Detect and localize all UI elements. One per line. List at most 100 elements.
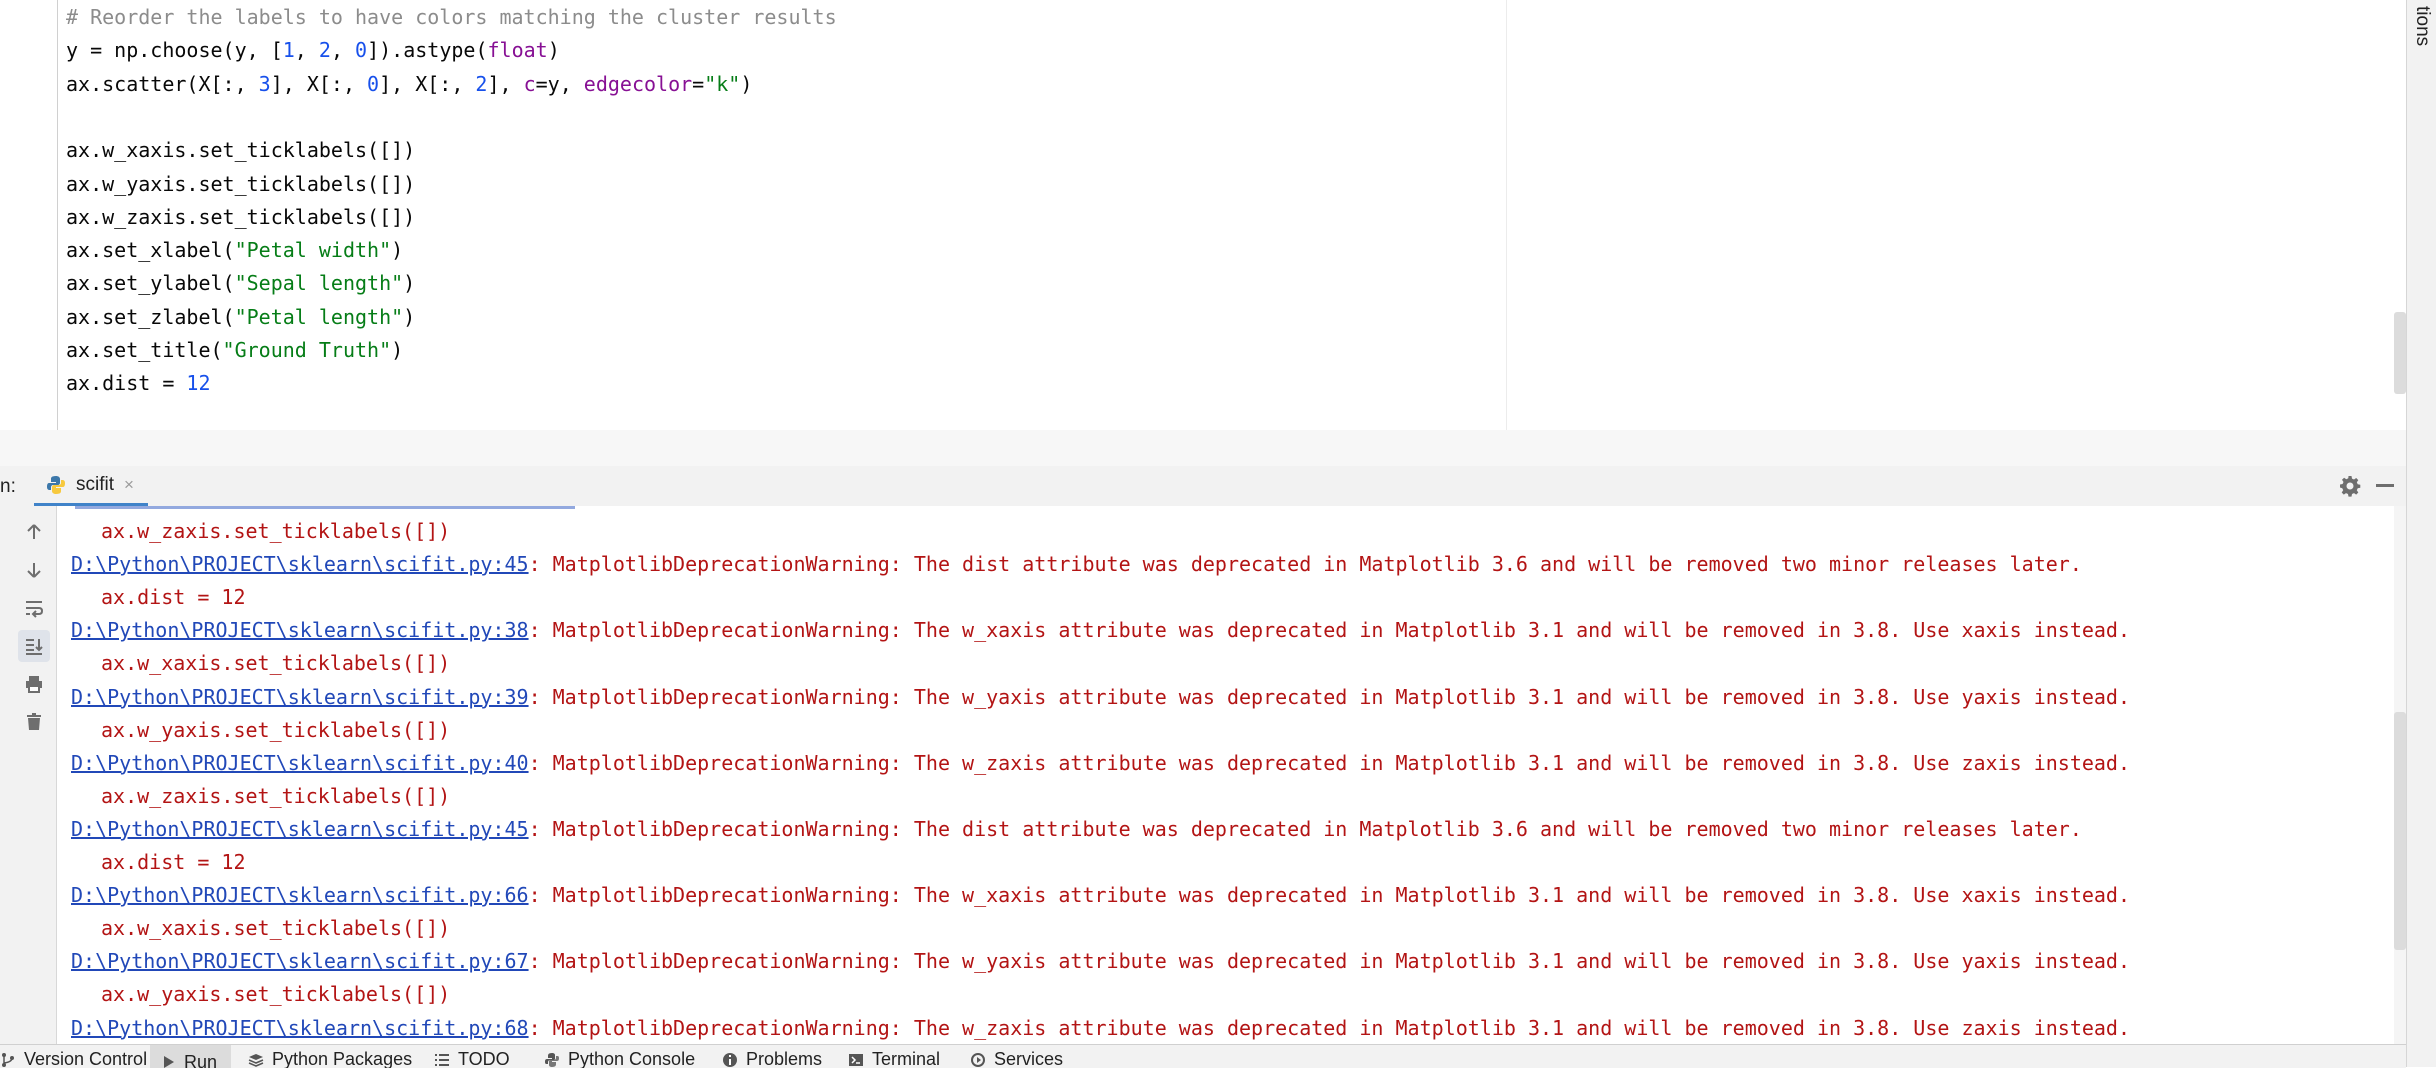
minimize-icon[interactable]: [2376, 484, 2394, 487]
console-toolbar: [0, 506, 57, 1044]
source-echo-line: ax.w_yaxis.set_ticklabels([]): [71, 714, 450, 747]
code-token: ax.set_xlabel(: [66, 238, 235, 262]
bottom-tab-label: Terminal: [872, 1049, 940, 1068]
source-echo-line: ax.dist = 12: [71, 581, 246, 614]
warning-line: D:\Python\PROJECT\sklearn\scifit.py:45: …: [71, 548, 2082, 581]
code-line[interactable]: ax.set_ylabel("Sepal length"): [66, 267, 415, 300]
console-text: : MatplotlibDeprecationWarning: The w_ya…: [529, 949, 2130, 973]
python-icon: [46, 475, 66, 495]
warning-line: D:\Python\PROJECT\sklearn\scifit.py:45: …: [71, 813, 2082, 846]
code-token: "Ground Truth": [223, 338, 392, 362]
code-line[interactable]: ax.dist = 12: [66, 367, 211, 400]
code-editor[interactable]: # Reorder the labels to have colors matc…: [0, 0, 2406, 431]
code-line[interactable]: ax.w_yaxis.set_ticklabels([]): [66, 168, 415, 201]
code-token: "Sepal length": [235, 271, 404, 295]
up-button[interactable]: [18, 516, 50, 548]
warning-line: D:\Python\PROJECT\sklearn\scifit.py:38: …: [71, 614, 2130, 647]
console-text: ax.w_zaxis.set_ticklabels([]): [101, 519, 450, 543]
console-scrollbar-thumb[interactable]: [2394, 712, 2406, 950]
console-text: : MatplotlibDeprecationWarning: The w_xa…: [529, 883, 2130, 907]
right-tool-window-label[interactable]: tions: [2411, 6, 2433, 46]
soft-wrap-button[interactable]: [18, 592, 50, 624]
code-token: 1: [283, 38, 295, 62]
bottom-tab-python-packages[interactable]: Python Packages: [248, 1049, 412, 1068]
source-echo-line: ax.w_xaxis.set_ticklabels([]): [71, 647, 450, 680]
tab-scifit[interactable]: scifit ×: [34, 466, 148, 506]
code-line[interactable]: # Reorder the labels to have colors matc…: [66, 1, 837, 34]
bottom-tab-label: Run: [184, 1052, 217, 1068]
branch-icon: [0, 1052, 16, 1068]
bottom-tab-problems[interactable]: Problems: [722, 1049, 822, 1068]
bottom-tab-python-console[interactable]: Python Console: [544, 1049, 695, 1068]
scroll-to-end-icon: [24, 636, 44, 656]
trash-icon: [24, 712, 44, 732]
console-text: ax.dist = 12: [101, 585, 246, 609]
source-echo-line: ax.w_xaxis.set_ticklabels([]): [71, 912, 450, 945]
source-echo-line: ax.w_yaxis.set_ticklabels([]): [71, 978, 450, 1011]
code-line[interactable]: ax.w_xaxis.set_ticklabels([]): [66, 134, 415, 167]
code-line[interactable]: ax.set_title("Ground Truth"): [66, 334, 403, 367]
run-tool-window-header: n: scifit ×: [0, 466, 2406, 507]
code-token: 2: [475, 72, 487, 96]
source-echo-line: ax.dist = 12: [71, 846, 246, 879]
editor-console-splitter[interactable]: [0, 430, 2406, 467]
bottom-tab-terminal[interactable]: Terminal: [848, 1049, 940, 1068]
list-icon: [434, 1052, 450, 1068]
console-text: : MatplotlibDeprecationWarning: The w_za…: [529, 751, 2130, 775]
console-text: : MatplotlibDeprecationWarning: The dist…: [529, 552, 2082, 576]
bottom-tab-label: Version Control: [24, 1049, 147, 1068]
file-link[interactable]: D:\Python\PROJECT\sklearn\scifit.py:39: [71, 685, 529, 709]
code-line[interactable]: ax.set_zlabel("Petal length"): [66, 301, 415, 334]
warning-line: D:\Python\PROJECT\sklearn\scifit.py:40: …: [71, 747, 2130, 780]
code-token: ], X[:,: [379, 72, 475, 96]
code-token: ): [403, 305, 415, 329]
bottom-tab-run[interactable]: Run: [150, 1045, 231, 1068]
code-token: 0: [355, 38, 367, 62]
clear-button[interactable]: [18, 706, 50, 738]
file-link[interactable]: D:\Python\PROJECT\sklearn\scifit.py:67: [71, 949, 529, 973]
bottom-tab-services[interactable]: Services: [970, 1049, 1063, 1068]
gear-icon[interactable]: [2338, 474, 2362, 498]
code-token: ],: [487, 72, 523, 96]
editor-scrollbar[interactable]: [2394, 312, 2406, 394]
run-window-title: n:: [0, 476, 16, 498]
file-link[interactable]: D:\Python\PROJECT\sklearn\scifit.py:68: [71, 1016, 529, 1040]
code-line[interactable]: ax.scatter(X[:, 3], X[:, 0], X[:, 2], c=…: [66, 68, 752, 101]
file-link[interactable]: D:\Python\PROJECT\sklearn\scifit.py:40: [71, 751, 529, 775]
code-token: ): [391, 338, 403, 362]
code-token: ax.set_ylabel(: [66, 271, 235, 295]
run-console-output[interactable]: ax.w_zaxis.set_ticklabels([]) D:\Python\P…: [57, 506, 2394, 1044]
code-token: "k": [704, 72, 740, 96]
code-token: "Petal length": [235, 305, 404, 329]
code-token: ax.w_yaxis.set_ticklabels([]): [66, 172, 415, 196]
file-link[interactable]: D:\Python\PROJECT\sklearn\scifit.py:66: [71, 883, 529, 907]
code-token: ): [740, 72, 752, 96]
print-button[interactable]: [18, 668, 50, 700]
console-text: ax.w_zaxis.set_ticklabels([]): [101, 784, 450, 808]
console-text: ax.w_xaxis.set_ticklabels([]): [101, 651, 450, 675]
bottom-tab-label: Problems: [746, 1049, 822, 1068]
down-button[interactable]: [18, 554, 50, 586]
bottom-tab-todo[interactable]: TODO: [434, 1049, 510, 1068]
right-margin-guide: [1506, 0, 1507, 430]
scroll-to-end-button[interactable]: [18, 630, 50, 662]
code-line[interactable]: y = np.choose(y, [1, 2, 0]).astype(float…: [66, 34, 560, 67]
bottom-tab-version-control[interactable]: Version Control: [0, 1049, 147, 1068]
code-token: 3: [259, 72, 271, 96]
code-line[interactable]: ax.set_xlabel("Petal width"): [66, 234, 403, 267]
code-token: ax.w_xaxis.set_ticklabels([]): [66, 138, 415, 162]
code-token: ax.scatter(X[:,: [66, 72, 259, 96]
services-icon: [970, 1052, 986, 1068]
code-token: ): [548, 38, 560, 62]
bottom-tab-label: Services: [994, 1049, 1063, 1068]
console-text: ax.w_yaxis.set_ticklabels([]): [101, 718, 450, 742]
arrow-up-icon: [24, 522, 44, 542]
file-link[interactable]: D:\Python\PROJECT\sklearn\scifit.py:38: [71, 618, 529, 642]
code-line[interactable]: ax.w_zaxis.set_ticklabels([]): [66, 201, 415, 234]
close-icon[interactable]: ×: [124, 475, 134, 495]
code-token: ax.set_zlabel(: [66, 305, 235, 329]
file-link[interactable]: D:\Python\PROJECT\sklearn\scifit.py:45: [71, 817, 529, 841]
console-text: ax.w_xaxis.set_ticklabels([]): [101, 916, 450, 940]
source-echo-line: ax.w_zaxis.set_ticklabels([]): [71, 515, 450, 548]
file-link[interactable]: D:\Python\PROJECT\sklearn\scifit.py:45: [71, 552, 529, 576]
